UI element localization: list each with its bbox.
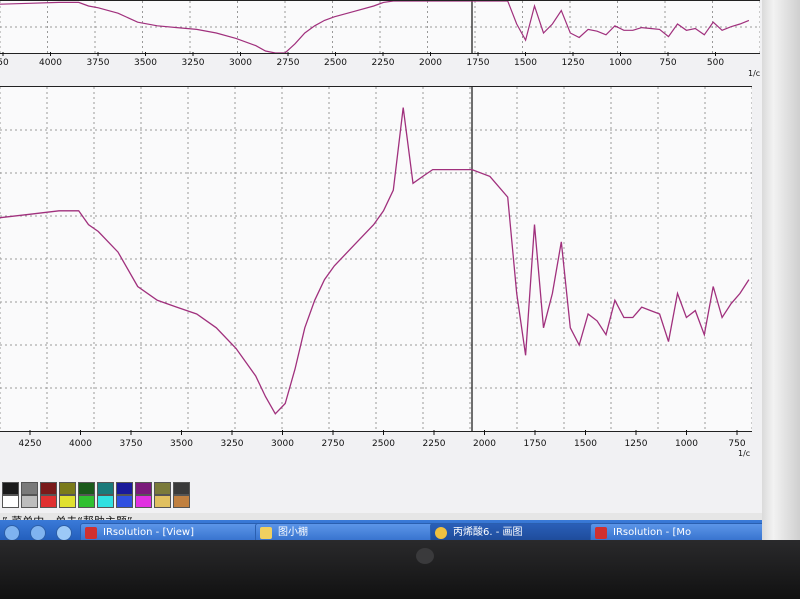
palette-color-swatch[interactable] [97, 495, 114, 508]
x-tick-label: 4000 [69, 439, 92, 449]
x-tick-label: 3000 [271, 439, 294, 449]
palette-color-swatch[interactable] [97, 482, 114, 495]
x-tick-label: 500 [707, 58, 724, 68]
x-tick-label: 3250 [221, 439, 244, 449]
palette-color-swatch[interactable] [40, 495, 57, 508]
desktop-icon[interactable] [56, 525, 72, 540]
x-tick-label: 2000 [473, 439, 496, 449]
palette-color-swatch[interactable] [78, 482, 95, 495]
taskbar-button-irsolution-view[interactable]: IRsolution - [View] [80, 523, 264, 540]
x-tick-label: 4250 [19, 439, 42, 449]
x-tick-label: 2500 [372, 439, 395, 449]
palette-color-swatch[interactable] [154, 482, 171, 495]
taskbar-button-irsolution-mo[interactable]: IRsolution - [Mo [590, 523, 762, 540]
x-unit-label: 1/c [748, 69, 760, 78]
x-tick-label: 750 [659, 58, 676, 68]
palette-color-swatch[interactable] [116, 482, 133, 495]
palette-color-swatch[interactable] [116, 495, 133, 508]
folder-icon [260, 527, 272, 539]
x-tick-label: 1500 [574, 439, 597, 449]
irsolution-icon [595, 527, 607, 539]
quick-launch-icon[interactable] [4, 525, 20, 540]
x-unit-label: 1/c [738, 449, 750, 458]
taskbar: IRsolution - [View] 图小棚 丙烯酸6. - 画图 IRsol… [0, 520, 762, 540]
palette-color-swatch[interactable] [2, 482, 19, 495]
x-tick-label: 4000 [39, 58, 62, 68]
spectrum-line [0, 107, 750, 415]
palette-color-swatch[interactable] [135, 495, 152, 508]
palette-color-swatch[interactable] [173, 482, 190, 495]
x-tick-label: 2500 [324, 58, 347, 68]
palette-color-swatch[interactable] [135, 482, 152, 495]
x-tick-label: 2250 [372, 58, 395, 68]
palette-color-swatch[interactable] [40, 482, 57, 495]
x-tick-label: 2750 [277, 58, 300, 68]
color-palette [0, 480, 200, 510]
x-tick-label: 2750 [322, 439, 345, 449]
palette-color-swatch[interactable] [78, 495, 95, 508]
palette-color-swatch[interactable] [59, 482, 76, 495]
x-tick-label: 3000 [229, 58, 252, 68]
x-tick-label: 1750 [524, 439, 547, 449]
x-tick-label: 2250 [423, 439, 446, 449]
x-tick-label: 1000 [675, 439, 698, 449]
top-spectrum-chart [0, 0, 761, 54]
power-button-icon[interactable] [416, 548, 434, 564]
paint-icon [435, 527, 447, 539]
x-tick-label: 2000 [419, 58, 442, 68]
x-tick-label: 750 [728, 439, 745, 449]
x-tick-label: 3500 [170, 439, 193, 449]
main-x-axis: 4250 4000 3750 3500 3250 3000 2750 2500 2250 2000… [19, 430, 750, 458]
x-tick-label: 1250 [562, 58, 585, 68]
palette-color-swatch[interactable] [173, 495, 190, 508]
taskbar-button-folder[interactable]: 图小棚 [255, 523, 439, 540]
x-tick-label: 1750 [467, 58, 490, 68]
palette-color-swatch[interactable] [59, 495, 76, 508]
palette-color-swatch[interactable] [154, 495, 171, 508]
desktop-screen: 50 4000 3750 3500 3250 3000 2750 2500 2250 2000 17… [0, 0, 762, 540]
x-tick-label: 1000 [609, 58, 632, 68]
palette-color-swatch[interactable] [21, 482, 38, 495]
top-x-axis: 50 4000 3750 3500 3250 3000 2750 2500 2250 2000 17… [0, 52, 760, 78]
monitor-bezel-bottom [0, 540, 800, 599]
monitor-bezel-right [762, 0, 800, 599]
x-tick-label: 3750 [87, 58, 110, 68]
x-tick-label: 1500 [514, 58, 537, 68]
irsolution-icon [85, 527, 97, 539]
x-tick-label: 3750 [120, 439, 143, 449]
top-spectrum-panel [0, 0, 761, 54]
x-tick-label: 1250 [625, 439, 648, 449]
palette-color-swatch[interactable] [2, 495, 19, 508]
x-tick-label: 3500 [134, 58, 157, 68]
x-tick-label: 3250 [182, 58, 205, 68]
taskbar-button-paint[interactable]: 丙烯酸6. - 画图 [430, 523, 604, 540]
ie-icon[interactable] [30, 525, 46, 540]
main-spectrum-panel [0, 86, 753, 432]
x-tick-label: 50 [0, 58, 9, 68]
palette-color-swatch[interactable] [21, 495, 38, 508]
main-spectrum-chart [0, 87, 753, 431]
